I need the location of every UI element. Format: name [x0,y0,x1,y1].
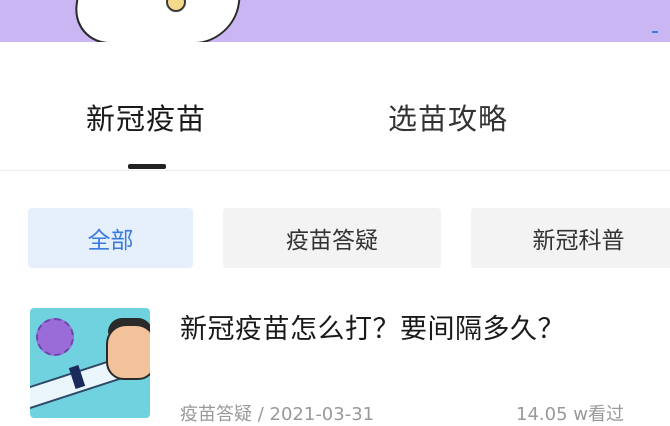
banner-indicator [652,31,658,33]
filter-covid-science[interactable]: 新冠科普 [471,208,670,268]
filter-vaccine-qa[interactable]: 疫苗答疑 [223,208,441,268]
tab-vaccine-guide[interactable]: 选苗攻略 [388,96,508,138]
article-meta: 疫苗答疑 / 2021-03-31 [180,404,375,425]
banner-illustration [70,0,246,42]
article-views: 14.05 w看过 [516,404,624,425]
filter-all[interactable]: 全部 [28,208,193,268]
article-thumbnail[interactable] [30,308,150,418]
tabs-divider [0,170,670,171]
person-illustration [106,324,150,380]
active-tab-indicator [128,164,166,169]
top-banner[interactable] [0,0,670,42]
virus-icon [36,318,74,356]
tab-covid-vaccine[interactable]: 新冠疫苗 [86,96,206,138]
article-title[interactable]: 新冠疫苗怎么打？要间隔多久？ [180,307,565,346]
